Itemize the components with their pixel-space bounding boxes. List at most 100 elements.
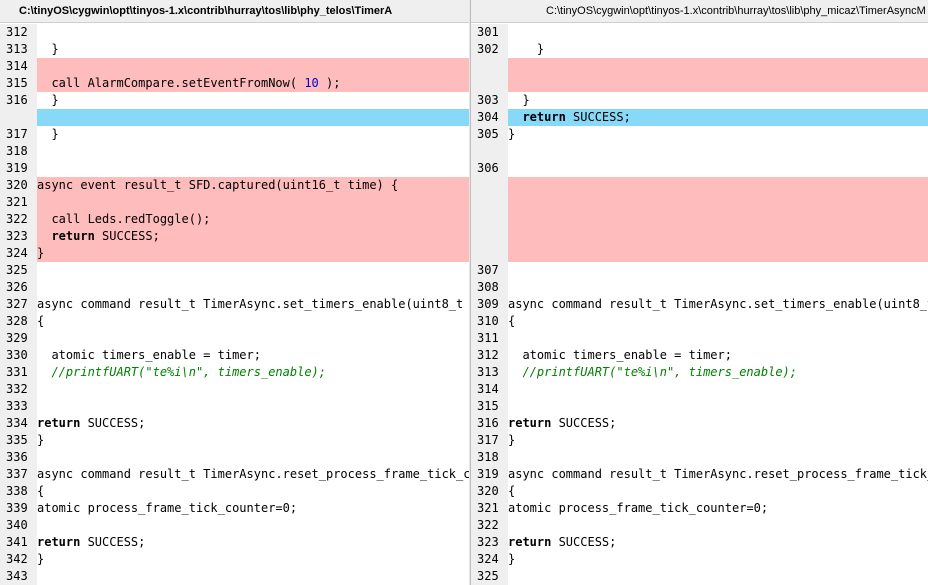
left-code-lines[interactable]: 312 313 } 314 315 call AlarmCompare.setEven… <box>0 24 469 585</box>
left-diff-line[interactable]: 333 <box>0 398 469 415</box>
keyword-token: return <box>37 416 81 430</box>
line-number: 314 <box>0 58 37 75</box>
code-token: ); <box>318 76 341 90</box>
right-diff-line[interactable]: 318 <box>471 449 928 466</box>
right-diff-line[interactable]: 313 //printfUART("te%i\n", timers_enable… <box>471 364 928 381</box>
right-diff-line[interactable]: 305} <box>471 126 928 143</box>
right-code-lines[interactable]: 301 302 } 303 } 304 return SUCCESS; 305} 306 3… <box>471 24 928 585</box>
right-diff-line[interactable]: 302 } <box>471 41 928 58</box>
line-number: 315 <box>0 75 37 92</box>
left-diff-line[interactable]: 316 } <box>0 92 469 109</box>
right-diff-line[interactable]: 310{ <box>471 313 928 330</box>
left-diff-line[interactable]: 340 <box>0 517 469 534</box>
right-diff-line[interactable]: 312 atomic timers_enable = timer; <box>471 347 928 364</box>
right-diff-line[interactable]: 323 return SUCCESS; <box>471 534 928 551</box>
right-diff-line[interactable] <box>471 211 928 228</box>
code-token: } <box>37 93 59 107</box>
left-diff-line[interactable]: 331 //printfUART("te%i\n", timers_enable… <box>0 364 469 381</box>
code-text: { <box>508 483 928 500</box>
left-diff-line[interactable]: 339 atomic process_frame_tick_counter=0; <box>0 500 469 517</box>
right-diff-line[interactable]: 304 return SUCCESS; <box>471 109 928 126</box>
left-diff-line[interactable]: 342} <box>0 551 469 568</box>
line-number: 321 <box>471 500 508 517</box>
left-diff-line[interactable]: 335} <box>0 432 469 449</box>
right-diff-line[interactable]: 316 return SUCCESS; <box>471 415 928 432</box>
right-diff-line[interactable]: 311 <box>471 330 928 347</box>
right-diff-line[interactable]: 325 <box>471 568 928 585</box>
code-token: { <box>508 484 516 498</box>
left-diff-line[interactable]: 313 } <box>0 41 469 58</box>
left-diff-line[interactable]: 336 <box>0 449 469 466</box>
code-token: SUCCESS; <box>80 535 146 549</box>
right-diff-line[interactable]: 320{ <box>471 483 928 500</box>
left-diff-line[interactable]: 328{ <box>0 313 469 330</box>
code-text: { <box>37 313 469 330</box>
left-diff-line[interactable]: 312 <box>0 24 469 41</box>
code-text: } <box>508 41 928 58</box>
right-diff-line[interactable] <box>471 143 928 160</box>
code-token: atomic timers_enable = timer; <box>508 348 732 362</box>
code-token: } <box>37 433 45 447</box>
right-diff-line[interactable] <box>471 245 928 262</box>
line-number <box>471 194 508 211</box>
left-diff-line[interactable]: 337 async command result_t TimerAsync.res… <box>0 466 469 483</box>
left-diff-line[interactable]: 327 async command result_t TimerAsync.set… <box>0 296 469 313</box>
left-pane[interactable]: C:\tinyOS\cygwin\opt\tinyos-1.x\contrib\… <box>0 0 469 585</box>
number-token: 10 <box>304 76 319 90</box>
right-diff-line[interactable] <box>471 177 928 194</box>
left-diff-line[interactable]: 315 call AlarmCompare.setEventFromNow( 1… <box>0 75 469 92</box>
left-diff-line[interactable]: 324} <box>0 245 469 262</box>
right-diff-line[interactable] <box>471 58 928 75</box>
right-diff-line[interactable]: 306 <box>471 160 928 177</box>
right-diff-line[interactable] <box>471 75 928 92</box>
right-diff-line[interactable] <box>471 194 928 211</box>
line-number: 304 <box>471 109 508 126</box>
right-diff-line[interactable]: 309 async command result_t TimerAsync.set… <box>471 296 928 313</box>
left-diff-line[interactable]: 332 <box>0 381 469 398</box>
right-diff-line[interactable]: 322 <box>471 517 928 534</box>
line-number: 318 <box>471 449 508 466</box>
left-diff-line[interactable]: 318 <box>0 143 469 160</box>
line-number <box>471 143 508 160</box>
left-diff-line[interactable]: 343 <box>0 568 469 585</box>
right-diff-line[interactable]: 308 <box>471 279 928 296</box>
left-diff-line[interactable]: 323 return SUCCESS; <box>0 228 469 245</box>
left-diff-line[interactable]: 319 <box>0 160 469 177</box>
left-diff-line[interactable]: 325 <box>0 262 469 279</box>
left-diff-line[interactable]: 330 atomic timers_enable = timer; <box>0 347 469 364</box>
right-diff-line[interactable]: 314 <box>471 381 928 398</box>
left-diff-line[interactable]: 338{ <box>0 483 469 500</box>
left-diff-line[interactable]: 314 <box>0 58 469 75</box>
right-diff-line[interactable]: 315 <box>471 398 928 415</box>
right-pane[interactable]: C:\tinyOS\cygwin\opt\tinyos-1.x\contrib\… <box>471 0 928 585</box>
code-text: atomic process_frame_tick_counter=0; <box>508 500 928 517</box>
right-diff-line[interactable]: 307 <box>471 262 928 279</box>
keyword-token: return <box>51 229 95 243</box>
right-diff-line[interactable]: 317} <box>471 432 928 449</box>
left-diff-line[interactable]: 317 } <box>0 126 469 143</box>
code-text: } <box>37 41 469 58</box>
left-diff-line[interactable]: 329 <box>0 330 469 347</box>
left-diff-line[interactable]: 341 return SUCCESS; <box>0 534 469 551</box>
left-diff-line[interactable]: 321 <box>0 194 469 211</box>
code-text <box>508 58 928 75</box>
right-diff-line[interactable] <box>471 228 928 245</box>
line-number: 341 <box>0 534 37 551</box>
left-diff-line[interactable]: 334 return SUCCESS; <box>0 415 469 432</box>
code-text <box>508 75 928 92</box>
line-number: 339 <box>0 500 37 517</box>
right-diff-line[interactable]: 303 } <box>471 92 928 109</box>
left-diff-line[interactable]: 326 <box>0 279 469 296</box>
left-diff-line[interactable]: 320 async event result_t SFD.captured(uin… <box>0 177 469 194</box>
left-diff-line[interactable]: 322 call Leds.redToggle(); <box>0 211 469 228</box>
right-diff-line[interactable]: 324} <box>471 551 928 568</box>
right-diff-line[interactable]: 319 async command result_t TimerAsync.res… <box>471 466 928 483</box>
code-text: async command result_t TimerAsync.set_ti… <box>37 296 469 313</box>
right-diff-line[interactable]: 321 atomic process_frame_tick_counter=0; <box>471 500 928 517</box>
left-diff-line[interactable] <box>0 109 469 126</box>
right-diff-line[interactable]: 301 <box>471 24 928 41</box>
